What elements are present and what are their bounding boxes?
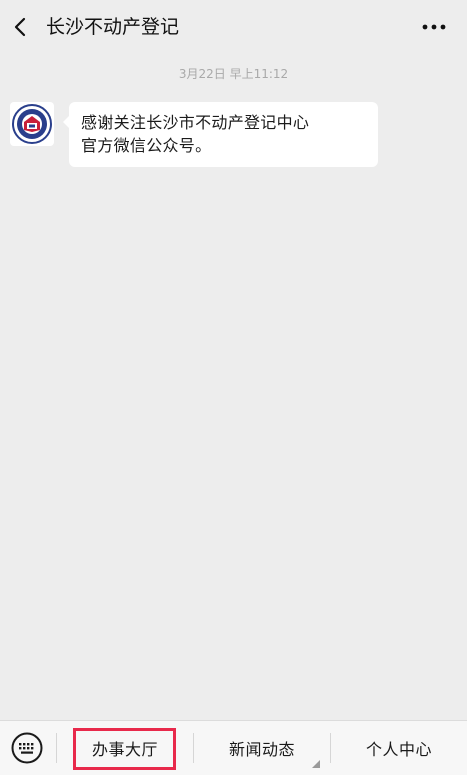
- bubble-tail: [63, 116, 69, 128]
- seal-logo-icon: [12, 104, 52, 144]
- page-title: 长沙不动产登记: [46, 16, 180, 38]
- menu-item-personal-center[interactable]: 个人中心: [331, 721, 467, 775]
- top-nav-bar: 长沙不动产登记: [0, 0, 467, 54]
- ellipsis-icon[interactable]: [421, 18, 447, 36]
- message-timestamp: 3月22日 早上11:12: [178, 67, 289, 81]
- message-bubble: 感谢关注长沙市不动产登记中心 官方微信公众号。: [63, 102, 378, 167]
- bottom-menu-bar: 办事大厅 新闻动态 个人中心: [0, 720, 467, 775]
- message-line: 官方微信公众号。: [81, 136, 212, 155]
- highlight-box: [73, 728, 176, 770]
- submenu-indicator-icon: [312, 760, 320, 768]
- avatar[interactable]: [10, 102, 54, 146]
- chevron-left-icon[interactable]: [10, 16, 32, 38]
- keyboard-icon[interactable]: [10, 731, 44, 765]
- menu-item-news[interactable]: 新闻动态: [194, 721, 330, 775]
- message-line: 感谢关注长沙市不动产登记中心: [81, 113, 310, 132]
